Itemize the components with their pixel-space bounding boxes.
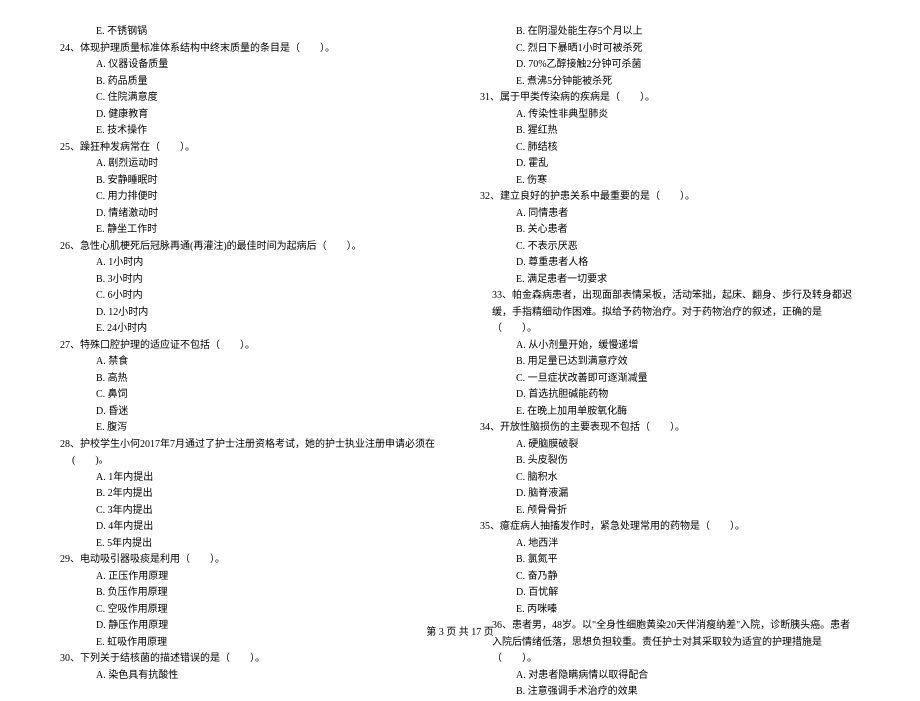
q32: 32、建立良好的护患关系中最重要的是（ ）。 [480, 189, 860, 206]
q32-opt-a: A. 同情患者 [516, 206, 860, 223]
q28-opt-e: E. 5年内提出 [96, 536, 440, 553]
q25-opt-c: C. 用力排便时 [96, 189, 440, 206]
q33-opt-c: C. 一旦症状改善即可逐渐减量 [516, 371, 860, 388]
q34-opt-c: C. 脑积水 [516, 470, 860, 487]
q35-opt-c: C. 奋乃静 [516, 569, 860, 586]
q28-opt-c: C. 3年内提出 [96, 503, 440, 520]
q27: 27、特殊口腔护理的适应证不包括（ ）。 [60, 338, 440, 355]
q36-opt-a: A. 对患者隐瞒病情以取得配合 [516, 668, 860, 685]
q26-opt-d: D. 12小时内 [96, 305, 440, 322]
q25-opt-d: D. 情绪激动时 [96, 206, 440, 223]
q36-opt-b: B. 注意强调手术治疗的效果 [516, 684, 860, 701]
q26-opt-b: B. 3小时内 [96, 272, 440, 289]
q24-opt-d: D. 健康教育 [96, 107, 440, 124]
q34-opt-b: B. 头皮裂伤 [516, 453, 860, 470]
q35-opt-a: A. 地西泮 [516, 536, 860, 553]
q29-opt-c: C. 空吸作用原理 [96, 602, 440, 619]
q33-opt-a: A. 从小剂量开始，缓慢递增 [516, 338, 860, 355]
q31: 31、属于甲类传染病的疾病是（ ）。 [480, 90, 860, 107]
q27-opt-e: E. 腹泻 [96, 420, 440, 437]
q27-opt-d: D. 昏迷 [96, 404, 440, 421]
q24-opt-c: C. 住院满意度 [96, 90, 440, 107]
q31-opt-a: A. 传染性非典型肺炎 [516, 107, 860, 124]
q24-opt-e: E. 技术操作 [96, 123, 440, 140]
q29-opt-b: B. 负压作用原理 [96, 585, 440, 602]
right-column: B. 在阴湿处能生存5个月以上 C. 烈日下暴晒1小时可被杀死 D. 70%乙醇… [480, 24, 860, 701]
q24-opt-a: A. 仪器设备质量 [96, 57, 440, 74]
q34-opt-e: E. 颅骨骨折 [516, 503, 860, 520]
q25-opt-b: B. 安静睡眠时 [96, 173, 440, 190]
left-column: E. 不锈钢锅 24、体现护理质量标准体系结构中终末质量的条目是（ ）。 A. … [60, 24, 440, 701]
q27-opt-c: C. 鼻饲 [96, 387, 440, 404]
q34-opt-a: A. 硬脑膜破裂 [516, 437, 860, 454]
page-footer: 第 3 页 共 17 页 [0, 623, 920, 638]
q32-opt-c: C. 不表示厌恶 [516, 239, 860, 256]
q28: 28、护校学生小何2017年7月通过了护士注册资格考试，她的护士执业注册申请必须… [60, 437, 440, 470]
q32-opt-e: E. 满足患者一切要求 [516, 272, 860, 289]
q35-opt-e: E. 丙咪嗪 [516, 602, 860, 619]
q31-opt-d: D. 霍乱 [516, 156, 860, 173]
q33: 33、帕金森病患者，出现面部表情呆板，活动笨拙，起床、翻身、步行及转身都迟缓，手… [480, 288, 860, 338]
q25-opt-a: A. 剧烈运动时 [96, 156, 440, 173]
q35-opt-b: B. 氯氮平 [516, 552, 860, 569]
q24-opt-b: B. 药品质量 [96, 74, 440, 91]
q30-opt-d: D. 70%乙醇接触2分钟可杀菌 [516, 57, 860, 74]
q27-opt-a: A. 禁食 [96, 354, 440, 371]
q35: 35、癔症病人抽搐发作时，紧急处理常用的药物是（ ）。 [480, 519, 860, 536]
q30-opt-a: A. 染色具有抗酸性 [96, 668, 440, 685]
q32-opt-b: B. 关心患者 [516, 222, 860, 239]
q24: 24、体现护理质量标准体系结构中终末质量的条目是（ ）。 [60, 41, 440, 58]
q32-opt-d: D. 尊重患者人格 [516, 255, 860, 272]
q30-opt-c: C. 烈日下暴晒1小时可被杀死 [516, 41, 860, 58]
q26-opt-a: A. 1小时内 [96, 255, 440, 272]
q28-opt-d: D. 4年内提出 [96, 519, 440, 536]
q28-opt-b: B. 2年内提出 [96, 486, 440, 503]
q30-opt-b: B. 在阴湿处能生存5个月以上 [516, 24, 860, 41]
q28-opt-a: A. 1年内提出 [96, 470, 440, 487]
q29: 29、电动吸引器吸痰是利用（ ）。 [60, 552, 440, 569]
q23-opt-e: E. 不锈钢锅 [96, 24, 440, 41]
q30-opt-e: E. 煮沸5分钟能被杀死 [516, 74, 860, 91]
q31-opt-b: B. 猩红热 [516, 123, 860, 140]
q34-opt-d: D. 脑脊液漏 [516, 486, 860, 503]
q26-opt-c: C. 6小时内 [96, 288, 440, 305]
q25: 25、躁狂种发病常在（ ）。 [60, 140, 440, 157]
q33-opt-e: E. 在晚上加用单胺氧化酶 [516, 404, 860, 421]
q27-opt-b: B. 高热 [96, 371, 440, 388]
q30: 30、下列关于结核菌的描述错误的是（ ）。 [60, 651, 440, 668]
q26: 26、急性心肌梗死后冠脉再通(再灌注)的最佳时间为起病后（ ）。 [60, 239, 440, 256]
q35-opt-d: D. 百忧解 [516, 585, 860, 602]
q31-opt-c: C. 肺结核 [516, 140, 860, 157]
q33-opt-b: B. 用足量已达到满意疗效 [516, 354, 860, 371]
q25-opt-e: E. 静坐工作时 [96, 222, 440, 239]
q29-opt-a: A. 正压作用原理 [96, 569, 440, 586]
q34: 34、开放性脑损伤的主要表现不包括（ ）。 [480, 420, 860, 437]
q26-opt-e: E. 24小时内 [96, 321, 440, 338]
q31-opt-e: E. 伤寒 [516, 173, 860, 190]
q33-opt-d: D. 首选抗胆碱能药物 [516, 387, 860, 404]
